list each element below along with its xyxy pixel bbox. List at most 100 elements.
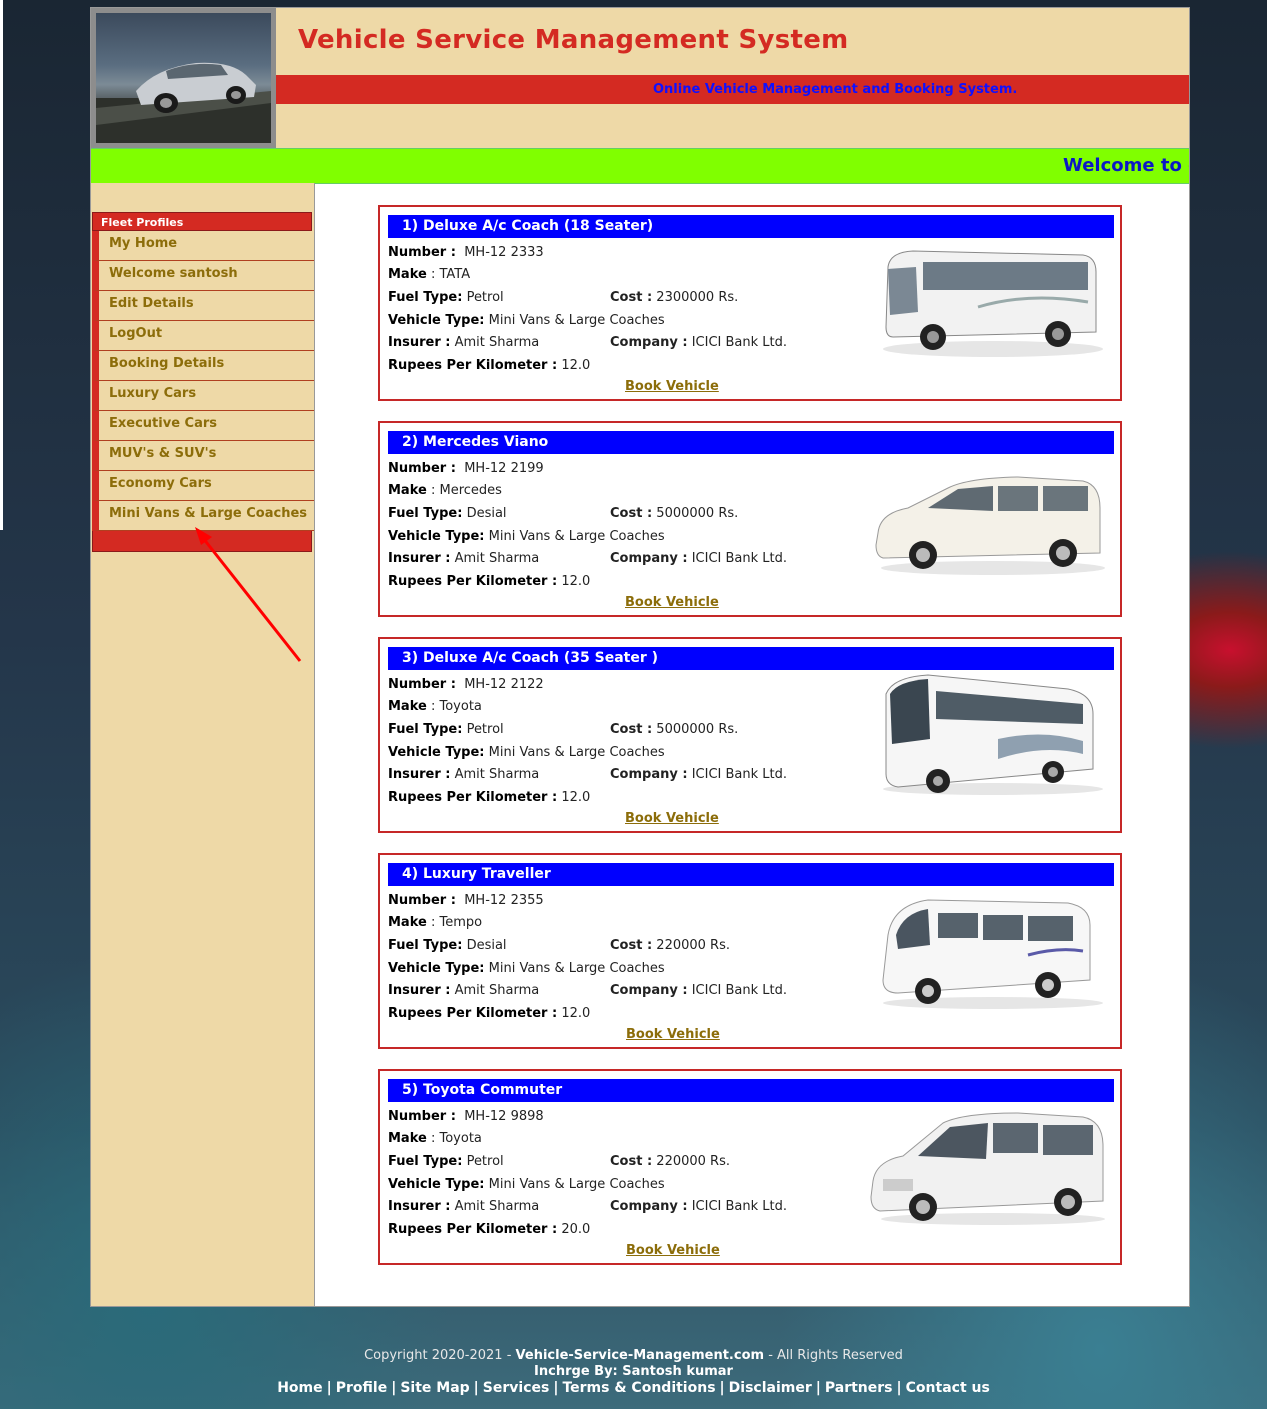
vehicle-company: ICICI Bank Ltd.: [691, 551, 788, 566]
vehicle-insurer: Amit Sharma: [454, 767, 540, 782]
vehicle-fuel: Desial: [466, 506, 507, 521]
company-label: Company :: [610, 1199, 688, 1214]
site-tagline: Online Vehicle Management and Booking Sy…: [653, 82, 1018, 97]
vehicle-type: Mini Vans & Large Coaches: [488, 1177, 665, 1192]
vehicle-cost: 220000 Rs.: [656, 1154, 730, 1169]
company-label: Company :: [610, 767, 688, 782]
bus-icon: [883, 250, 1103, 357]
vehicle-insurer: Amit Sharma: [454, 983, 540, 998]
fuel-label: Fuel Type:: [388, 290, 463, 305]
vehicle-cost: 5000000 Rs.: [656, 722, 739, 737]
rpk-label: Rupees Per Kilometer :: [388, 574, 558, 589]
book-vehicle-link[interactable]: Book Vehicle: [625, 811, 719, 826]
make-label: Make: [388, 915, 427, 930]
footer-link-profile[interactable]: Profile: [336, 1380, 387, 1396]
insurer-label: Insurer :: [388, 767, 451, 782]
separator: |: [473, 1380, 479, 1396]
copyright: Copyright 2020-2021 - Vehicle-Service-Ma…: [0, 1348, 1267, 1363]
cost-label: Cost :: [610, 722, 653, 737]
vehicle-cost: 220000 Rs.: [656, 938, 730, 953]
number-label: Number :: [388, 677, 456, 692]
vehicle-type: Mini Vans & Large Coaches: [488, 745, 665, 760]
vehicle-insurer: Amit Sharma: [454, 335, 540, 350]
cost-label: Cost :: [610, 938, 653, 953]
coach-icon: [883, 674, 1103, 795]
footer-link-home[interactable]: Home: [277, 1380, 322, 1396]
make-label: Make: [388, 699, 427, 714]
vehicle-insurer: Amit Sharma: [454, 551, 540, 566]
footer-links: Home | Profile | Site Map | Services | Terms & C…: [0, 1380, 1267, 1396]
footer-link-disclaimer[interactable]: Disclaimer: [729, 1380, 812, 1396]
separator: |: [391, 1380, 397, 1396]
vehicle-number: MH-12 9898: [464, 1109, 544, 1124]
number-label: Number :: [388, 1109, 456, 1124]
footer-link-contact[interactable]: Contact us: [906, 1380, 990, 1396]
vehicle-company: ICICI Bank Ltd.: [691, 983, 788, 998]
minibus-icon: [882, 899, 1103, 1009]
vehicle-type: Mini Vans & Large Coaches: [488, 961, 665, 976]
footer-link-services[interactable]: Services: [483, 1380, 550, 1396]
fuel-label: Fuel Type:: [388, 506, 463, 521]
footer-link-site-map[interactable]: Site Map: [400, 1380, 469, 1396]
book-vehicle-link[interactable]: Book Vehicle: [626, 1027, 720, 1042]
vehicle-make: : Tempo: [430, 915, 483, 930]
vehicle-card: 5) Toyota Commuter Number : MH-12 9898 M…: [378, 1069, 1122, 1265]
logo: [91, 8, 276, 148]
vehicle-make: : Toyota: [430, 1131, 482, 1146]
vehicle-type-label: Vehicle Type:: [388, 1177, 485, 1192]
vehicle-fuel: Petrol: [466, 722, 504, 737]
vehicle-type-label: Vehicle Type:: [388, 529, 485, 544]
fuel-label: Fuel Type:: [388, 722, 463, 737]
sidebar: Fleet Profiles My Home Welcome santosh E…: [91, 183, 315, 1306]
vehicle-fuel: Petrol: [466, 290, 504, 305]
separator: |: [326, 1380, 332, 1396]
vehicle-fuel: Desial: [466, 938, 507, 953]
vehicle-card: 2) Mercedes Viano Number : MH-12 2199 Ma…: [378, 421, 1122, 617]
vehicle-company: ICICI Bank Ltd.: [691, 1199, 788, 1214]
book-vehicle-link[interactable]: Book Vehicle: [625, 379, 719, 394]
copyright-suffix: - All Rights Reserved: [768, 1348, 903, 1363]
company-label: Company :: [610, 335, 688, 350]
van-icon: [875, 476, 1105, 575]
book-vehicle-link[interactable]: Book Vehicle: [625, 595, 719, 610]
number-label: Number :: [388, 245, 456, 260]
marquee-bar: Welcome to c: [91, 148, 1189, 184]
cost-label: Cost :: [610, 506, 653, 521]
rpk-label: Rupees Per Kilometer :: [388, 790, 558, 805]
number-label: Number :: [388, 893, 456, 908]
separator: |: [719, 1380, 725, 1396]
vehicle-number: MH-12 2122: [464, 677, 544, 692]
footer-link-terms[interactable]: Terms & Conditions: [562, 1380, 715, 1396]
vehicle-fuel: Petrol: [466, 1154, 504, 1169]
vehicle-number: MH-12 2199: [464, 461, 544, 476]
cost-label: Cost :: [610, 1154, 653, 1169]
vehicle-card: 3) Deluxe A/c Coach (35 Seater ) Number …: [378, 637, 1122, 833]
rpk-label: Rupees Per Kilometer :: [388, 358, 558, 373]
vehicle-make: : Toyota: [430, 699, 482, 714]
vehicle-insurer: Amit Sharma: [454, 1199, 540, 1214]
number-label: Number :: [388, 461, 456, 476]
copyright-prefix: Copyright 2020-2021 -: [364, 1348, 512, 1363]
fuel-label: Fuel Type:: [388, 938, 463, 953]
welcome-marquee: Welcome to c: [1063, 155, 1189, 176]
annotation-arrow-icon: [195, 527, 302, 662]
footer: Copyright 2020-2021 - Vehicle-Service-Ma…: [0, 1348, 1267, 1396]
vehicle-company: ICICI Bank Ltd.: [691, 767, 788, 782]
insurer-label: Insurer :: [388, 335, 451, 350]
vehicle-cost: 5000000 Rs.: [656, 506, 739, 521]
vehicle-rpk: 20.0: [561, 1222, 591, 1237]
footer-link-partners[interactable]: Partners: [825, 1380, 893, 1396]
vehicle-make: : Mercedes: [430, 483, 502, 498]
cost-label: Cost :: [610, 290, 653, 305]
incharge: Inchrge By: Santosh kumar: [534, 1364, 733, 1379]
vehicle-cost: 2300000 Rs.: [656, 290, 739, 305]
vehicle-card: 1) Deluxe A/c Coach (18 Seater) Number :…: [378, 205, 1122, 401]
insurer-label: Insurer :: [388, 1199, 451, 1214]
vehicle-title: 3) Deluxe A/c Coach (35 Seater ): [388, 647, 1114, 670]
book-vehicle-link[interactable]: Book Vehicle: [626, 1243, 720, 1258]
vehicle-rpk: 12.0: [561, 358, 591, 373]
vehicle-rpk: 12.0: [561, 574, 591, 589]
header: Vehicle Service Management System Online…: [91, 8, 1189, 148]
make-label: Make: [388, 267, 427, 282]
vehicle-rpk: 12.0: [561, 790, 591, 805]
